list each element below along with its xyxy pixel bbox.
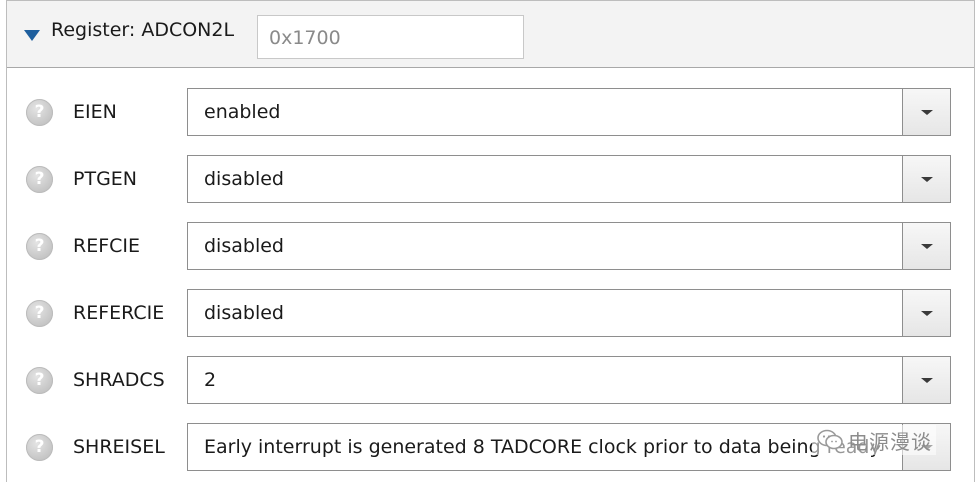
field-value-dropdown[interactable]: disabled <box>187 222 951 270</box>
collapse-arrow-icon[interactable] <box>24 30 40 41</box>
field-row-ptgen: ? PTGEN disabled <box>7 135 974 203</box>
field-label: REFERCIE <box>73 302 165 324</box>
register-title: Register: ADCON2L <box>51 19 235 41</box>
dropdown-button[interactable] <box>902 357 950 403</box>
dropdown-selected-value: Early interrupt is generated 8 TADCORE c… <box>204 436 881 458</box>
dropdown-button[interactable] <box>902 223 950 269</box>
chevron-down-icon <box>921 378 933 383</box>
field-row-shradcs: ? SHRADCS 2 <box>7 336 974 404</box>
dropdown-button[interactable] <box>902 89 950 135</box>
watermark-text: 电源漫谈 <box>848 429 932 454</box>
watermark: 电源漫谈 <box>812 425 936 455</box>
field-value-dropdown[interactable]: disabled <box>187 289 951 337</box>
help-icon[interactable]: ? <box>26 233 53 260</box>
wechat-icon <box>817 429 843 450</box>
help-icon[interactable]: ? <box>26 434 53 461</box>
field-label: SHREISEL <box>73 436 165 458</box>
field-label: SHRADCS <box>73 369 165 391</box>
field-value-dropdown[interactable]: 2 <box>187 356 951 404</box>
help-icon[interactable]: ? <box>26 367 53 394</box>
dropdown-selected-value: disabled <box>204 168 284 190</box>
field-value-dropdown[interactable]: enabled <box>187 88 951 136</box>
dropdown-button[interactable] <box>902 290 950 336</box>
chevron-down-icon <box>921 244 933 249</box>
help-icon[interactable]: ? <box>26 166 53 193</box>
field-label: EIEN <box>73 101 117 123</box>
field-value-dropdown[interactable]: disabled <box>187 155 951 203</box>
help-icon[interactable]: ? <box>26 99 53 126</box>
dropdown-selected-value: disabled <box>204 235 284 257</box>
help-icon[interactable]: ? <box>26 300 53 327</box>
field-label: REFCIE <box>73 235 141 257</box>
register-header[interactable]: Register: ADCON2L 0x1700 <box>7 0 974 68</box>
chevron-down-icon <box>921 110 933 115</box>
field-row-eien: ? EIEN enabled <box>7 68 974 136</box>
chevron-down-icon <box>921 177 933 182</box>
field-label: PTGEN <box>73 168 138 190</box>
field-row-refcie: ? REFCIE disabled <box>7 202 974 270</box>
field-row-refercie: ? REFERCIE disabled <box>7 269 974 337</box>
dropdown-selected-value: enabled <box>204 101 281 123</box>
chevron-down-icon <box>921 311 933 316</box>
dropdown-selected-value: disabled <box>204 302 284 324</box>
register-panel: Register: ADCON2L 0x1700 ? EIEN enabled … <box>6 0 975 482</box>
register-address-field[interactable]: 0x1700 <box>257 15 524 59</box>
dropdown-selected-value: 2 <box>204 369 217 391</box>
dropdown-button[interactable] <box>902 156 950 202</box>
